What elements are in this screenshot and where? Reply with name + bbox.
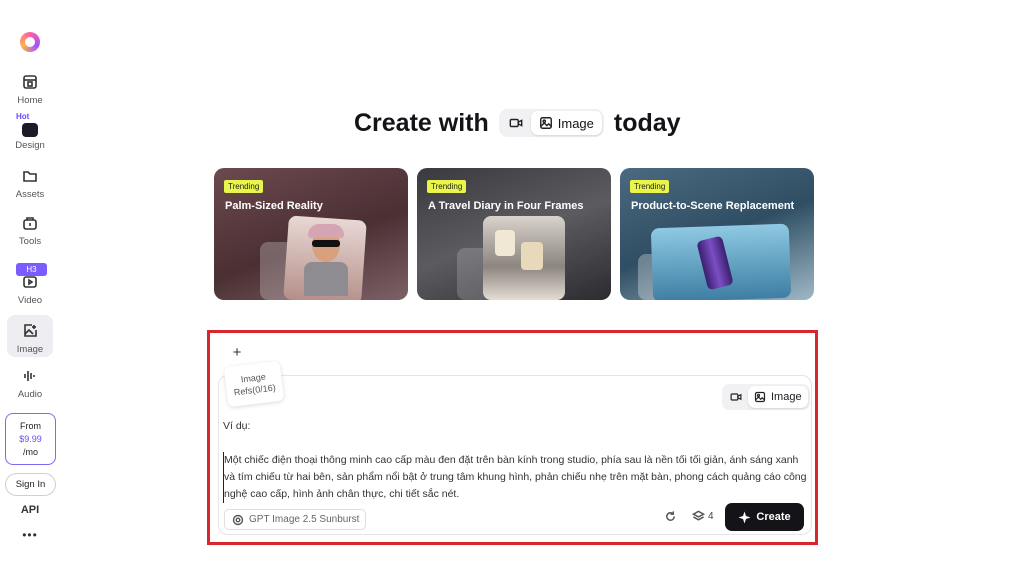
trending-badge: Trending bbox=[427, 180, 467, 193]
trending-badge: Trending bbox=[630, 180, 670, 193]
pricing-period: /mo bbox=[22, 446, 38, 457]
trending-card[interactable]: Trending Product-to-Scene Replacement bbox=[620, 168, 814, 300]
figurine-body bbox=[304, 262, 348, 296]
folder-icon bbox=[23, 171, 37, 182]
sidebar-item-label: Tools bbox=[18, 236, 42, 247]
home-icon bbox=[23, 75, 37, 89]
highlight-frame bbox=[207, 330, 818, 545]
sidebar-item-tools[interactable]: Tools bbox=[7, 209, 53, 249]
sidebar-item-home[interactable]: Home bbox=[7, 68, 53, 108]
figurine-glasses bbox=[312, 240, 340, 247]
trending-badge: Trending bbox=[224, 180, 264, 193]
page-headline: Create with Image today bbox=[354, 106, 681, 140]
sidebar-item-audio[interactable]: Audio bbox=[7, 362, 53, 402]
pricing-button[interactable]: From $9.99 /mo bbox=[5, 413, 56, 465]
api-link[interactable]: API bbox=[0, 504, 60, 516]
sidebar-item-design[interactable]: Design bbox=[7, 113, 53, 153]
app-logo-icon[interactable] bbox=[20, 32, 40, 52]
sidebar-item-image[interactable]: Image bbox=[7, 315, 53, 357]
mode-switcher: Image bbox=[498, 109, 604, 137]
pricing-price: $9.99 bbox=[19, 433, 42, 444]
mode-image-button[interactable]: Image bbox=[530, 111, 602, 135]
image-edit-icon bbox=[24, 324, 37, 337]
photo-figure bbox=[495, 230, 515, 256]
headline-prefix: Create with bbox=[354, 108, 489, 137]
tools-icon bbox=[23, 217, 37, 230]
mode-video-button[interactable] bbox=[501, 111, 531, 135]
sidebar-item-assets[interactable]: Assets bbox=[7, 162, 53, 202]
sidebar-item-video[interactable]: Video bbox=[7, 268, 53, 308]
sidebar-item-label: Image bbox=[16, 344, 44, 355]
trending-card[interactable]: Trending Palm-Sized Reality bbox=[214, 168, 408, 300]
sidebar-item-label: Assets bbox=[15, 189, 45, 200]
sidebar-item-label: Design bbox=[15, 140, 45, 151]
pricing-from: From bbox=[20, 420, 41, 431]
audio-icon bbox=[24, 371, 35, 381]
mode-image-label: Image bbox=[557, 115, 594, 131]
sidebar-item-label: Video bbox=[17, 295, 43, 306]
figurine-cap bbox=[308, 224, 344, 238]
video-camera-icon bbox=[509, 118, 523, 128]
sidebar-item-label: Home bbox=[17, 95, 43, 106]
image-icon bbox=[539, 117, 552, 129]
card-title: A Travel Diary in Four Frames bbox=[428, 200, 584, 212]
card-title: Palm-Sized Reality bbox=[225, 200, 323, 212]
more-icon[interactable]: ••• bbox=[0, 528, 60, 542]
sidebar-item-label: Audio bbox=[17, 389, 43, 400]
photo-figure bbox=[521, 242, 543, 270]
sign-in-button[interactable]: Sign In bbox=[5, 473, 56, 496]
card-title: Product-to-Scene Replacement bbox=[631, 200, 795, 212]
trending-card[interactable]: Trending A Travel Diary in Four Frames bbox=[417, 168, 611, 300]
sidebar: Home Hot Design Assets Tools H3 Video Im… bbox=[0, 0, 60, 576]
video-icon bbox=[23, 276, 37, 288]
headline-suffix: today bbox=[613, 108, 681, 137]
